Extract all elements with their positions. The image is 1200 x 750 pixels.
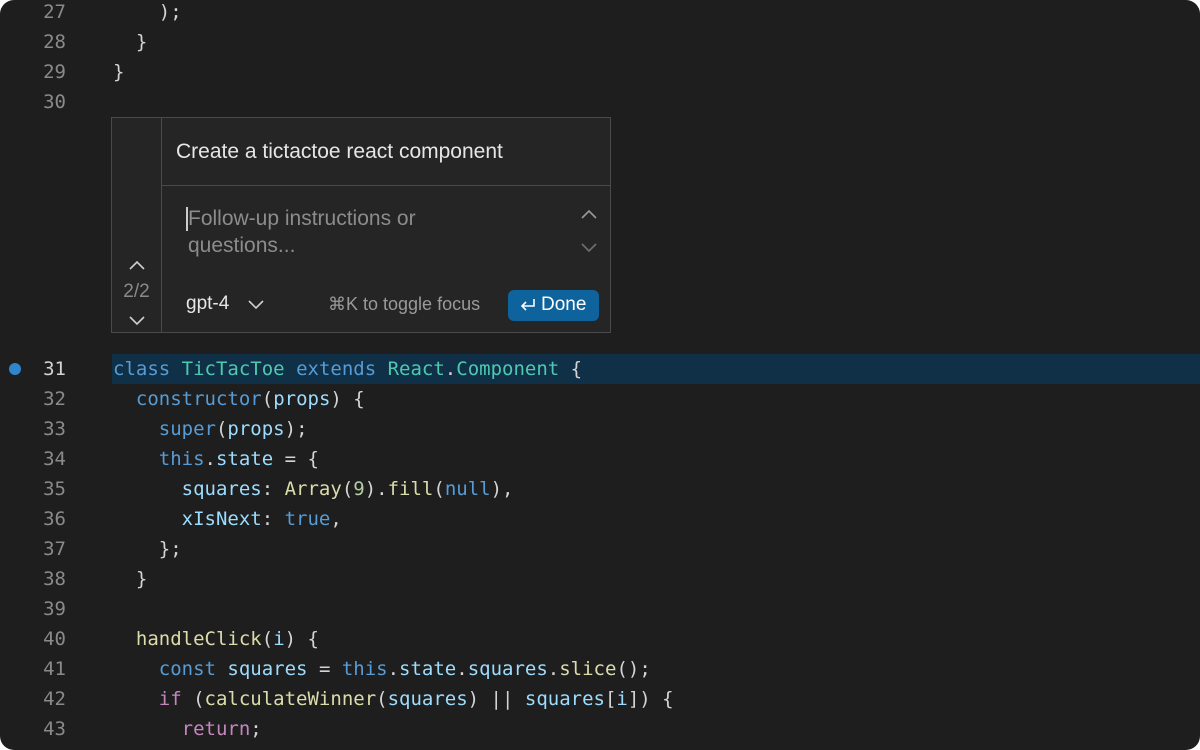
code-line[interactable]: 43 return; xyxy=(0,714,1200,744)
line-number: 35 xyxy=(43,478,66,500)
line-number: 37 xyxy=(43,538,66,560)
code-text: this.state = { xyxy=(158,448,319,470)
line-number: 28 xyxy=(43,31,66,53)
line-number: 39 xyxy=(43,598,66,620)
toggle-focus-hint: ⌘K to toggle focus xyxy=(328,294,481,314)
code-text: } xyxy=(135,568,148,590)
chevron-down-icon[interactable] xyxy=(579,241,599,255)
inline-prompt-widget: 2/2 Create a tictactoe react component F… xyxy=(111,117,611,333)
code-editor[interactable]: 27 ); 28 } 29 } 30 2/2 Create a tictacto… xyxy=(0,0,1200,750)
code-line[interactable]: 41 const squares = this.state.squares.sl… xyxy=(0,654,1200,684)
done-label: Done xyxy=(541,294,587,315)
code-line[interactable]: 36 xIsNext: true, xyxy=(0,504,1200,534)
chevron-up-icon[interactable] xyxy=(579,207,599,221)
code-line[interactable]: 40 handleClick(i) { xyxy=(0,624,1200,654)
code-line[interactable]: 33 super(props); xyxy=(0,414,1200,444)
line-number: 40 xyxy=(43,628,66,650)
chevron-down-icon[interactable] xyxy=(127,314,147,328)
line-number: 43 xyxy=(43,718,66,740)
submitted-prompt: Create a tictactoe react component xyxy=(162,118,610,186)
prompt-history-gutter: 2/2 xyxy=(112,118,162,332)
line-number: 31 xyxy=(43,358,66,380)
code-text: if (calculateWinner(squares) || squares[… xyxy=(158,688,674,710)
chevron-up-icon[interactable] xyxy=(127,258,147,272)
code-text: super(props); xyxy=(158,418,308,440)
code-line[interactable]: 29 } xyxy=(0,57,1200,87)
code-text: return; xyxy=(181,718,262,740)
model-selector[interactable]: gpt-4 xyxy=(186,293,229,315)
code-text: } xyxy=(113,61,125,83)
code-text: ); xyxy=(113,1,182,23)
followup-input[interactable]: Follow-up instructions or questions... xyxy=(188,205,508,259)
code-line[interactable]: 27 ); xyxy=(0,0,1200,27)
line-number: 32 xyxy=(43,388,66,410)
code-line[interactable]: 38 } xyxy=(0,564,1200,594)
code-text: handleClick(i) { xyxy=(135,628,319,650)
chevron-down-icon[interactable] xyxy=(247,298,265,312)
line-number: 42 xyxy=(43,688,66,710)
code-line[interactable]: 34 this.state = { xyxy=(0,444,1200,474)
code-line[interactable]: 35 squares: Array(9).fill(null), xyxy=(0,474,1200,504)
line-number: 36 xyxy=(43,508,66,530)
code-line[interactable]: 44 } xyxy=(0,744,1200,750)
history-counter: 2/2 xyxy=(123,281,150,302)
code-line[interactable]: 30 xyxy=(0,87,1200,117)
code-text: squares: Array(9).fill(null), xyxy=(181,478,514,500)
code-line[interactable]: 42 if (calculateWinner(squares) || squar… xyxy=(0,684,1200,714)
code-line[interactable]: 39 xyxy=(0,594,1200,624)
code-text: } xyxy=(113,31,148,53)
code-text: const squares = this.state.squares.slice… xyxy=(158,658,651,680)
line-number: 44 xyxy=(0,744,66,750)
code-text: constructor(props) { xyxy=(135,388,365,410)
code-line-current[interactable]: 31 class TicTacToe extends React.Compone… xyxy=(0,354,1200,384)
code-line[interactable]: 37 }; xyxy=(0,534,1200,564)
enter-return-icon xyxy=(520,299,535,311)
placeholder-line: questions... xyxy=(188,234,296,257)
done-button[interactable]: Done xyxy=(508,290,599,321)
code-line[interactable]: 28 } xyxy=(0,27,1200,57)
code-text: xIsNext: true, xyxy=(181,508,342,530)
line-number: 41 xyxy=(43,658,66,680)
prompt-text: Create a tictactoe react component xyxy=(176,140,503,163)
code-text: } xyxy=(113,744,170,750)
line-number: 30 xyxy=(43,91,66,113)
code-text: }; xyxy=(158,538,182,560)
placeholder-line: Follow-up instructions or xyxy=(188,207,416,230)
line-number: 34 xyxy=(43,448,66,470)
line-number: 29 xyxy=(43,61,66,83)
line-number: 33 xyxy=(43,418,66,440)
code-line[interactable]: 32 constructor(props) { xyxy=(0,384,1200,414)
line-number: 38 xyxy=(43,568,66,590)
code-text: class TicTacToe extends React.Component … xyxy=(113,358,583,380)
line-number: 27 xyxy=(43,1,66,23)
